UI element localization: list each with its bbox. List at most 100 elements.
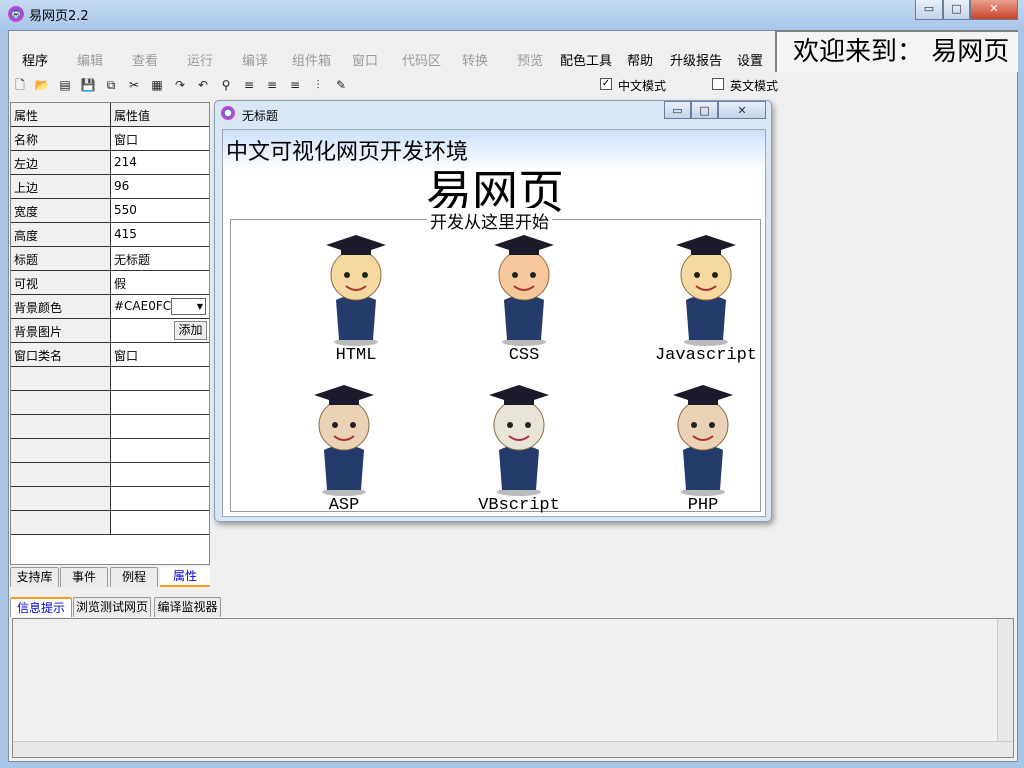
menu-item-6[interactable]: 窗口 [352, 50, 378, 69]
output-panel[interactable] [12, 618, 1014, 758]
color-picker-dropdown[interactable]: ▼ [171, 298, 206, 315]
property-value[interactable]: 550 [111, 199, 209, 222]
property-value[interactable] [111, 415, 209, 438]
property-row[interactable] [11, 487, 209, 511]
menu-item-4[interactable]: 编译 [242, 50, 268, 69]
save-icon[interactable]: 💾 [80, 77, 96, 93]
menu-item-2[interactable]: 查看 [132, 50, 158, 69]
property-row[interactable]: 可视假 [11, 271, 209, 295]
property-row[interactable]: 高度 415 [11, 223, 209, 247]
property-value[interactable] [111, 367, 209, 390]
property-value[interactable] [111, 511, 209, 534]
form-minimize-button[interactable]: ▭ [664, 101, 691, 119]
align-right-icon[interactable]: ≡ [287, 77, 303, 93]
left-tab-1[interactable]: 事件 [60, 567, 108, 587]
property-row[interactable]: 宽度 550 [11, 199, 209, 223]
property-value[interactable] [111, 439, 209, 462]
add-image-button[interactable]: 添加 [174, 321, 207, 340]
figure-label[interactable]: CSS [434, 346, 614, 365]
vertical-scrollbar[interactable] [997, 619, 1013, 741]
align-left-icon[interactable]: ≡ [241, 77, 257, 93]
maximize-button[interactable]: □ [943, 0, 970, 20]
menu-item-11[interactable]: 帮助 [627, 50, 653, 69]
copy-icon[interactable]: ⧉ [103, 77, 119, 93]
chinese-mode-checkbox[interactable]: ✓ [600, 78, 612, 90]
table-icon[interactable]: ▦ [149, 77, 165, 93]
property-row[interactable] [11, 391, 209, 415]
english-mode-label: 英文模式 [730, 79, 779, 93]
property-row[interactable]: 窗口类名 窗口 [11, 343, 209, 367]
figure-label[interactable]: ASP [254, 496, 434, 515]
menu-item-12[interactable]: 升级报告 [670, 50, 722, 69]
graduate-mascot-icon [494, 235, 554, 346]
property-name [11, 511, 111, 534]
figure-css: CSS [434, 230, 614, 365]
property-name: 宽度 [11, 199, 111, 222]
left-tab-2[interactable]: 例程 [110, 567, 158, 587]
form-close-button[interactable]: ✕ [718, 101, 766, 119]
property-row[interactable]: 背景颜色 #CAE0FC ▼ [11, 295, 209, 319]
property-row[interactable] [11, 439, 209, 463]
english-mode-checkbox[interactable] [712, 78, 724, 90]
figure-label[interactable]: PHP [613, 496, 793, 515]
new-file-icon[interactable]: 🗋 [12, 77, 28, 93]
figure-label[interactable]: HTML [266, 346, 446, 365]
open-folder-icon[interactable]: 📂 [34, 77, 50, 93]
property-row[interactable] [11, 367, 209, 391]
property-grid: 属性 属性值 名称 窗口 左边 214 上边 96 宽度 550 高度 415 标题 无标题 可视假背景… [10, 102, 210, 565]
menu-item-9[interactable]: 预览 [517, 50, 543, 69]
edit-icon[interactable]: ✎ [333, 77, 349, 93]
form-window[interactable]: 无标题 ▭ □ ✕ 中文可视化网页开发环境 易网页 开发从这里开始 HTML CS… [214, 100, 772, 522]
property-value[interactable]: 窗口 [111, 343, 209, 366]
properties-icon[interactable]: ▤ [57, 77, 73, 93]
menu-item-1[interactable]: 编辑 [77, 50, 103, 69]
form-maximize-button[interactable]: □ [691, 101, 718, 119]
property-value[interactable]: 214 [111, 151, 209, 174]
left-tab-3[interactable]: 属性 [160, 567, 210, 587]
property-value[interactable]: 无标题 [111, 247, 209, 270]
figure-label[interactable]: Javascript [616, 346, 796, 365]
horizontal-scrollbar[interactable] [13, 741, 1013, 757]
property-row[interactable] [11, 463, 209, 487]
bottom-tab-0[interactable]: 信息提示 [10, 597, 72, 617]
graduate-mascot-icon [489, 385, 549, 496]
property-value[interactable] [111, 487, 209, 510]
property-value[interactable] [111, 463, 209, 486]
left-tab-0[interactable]: 支持库 [10, 567, 59, 587]
property-value[interactable]: 假 [111, 271, 209, 294]
graduate-mascot-icon [673, 385, 733, 496]
property-row[interactable]: 名称 窗口 [11, 127, 209, 151]
graduate-mascot-icon [314, 385, 374, 496]
menu-item-7[interactable]: 代码区 [402, 50, 441, 69]
property-value[interactable] [111, 391, 209, 414]
menu-item-8[interactable]: 转换 [462, 50, 488, 69]
graduate-mascot-icon [326, 235, 386, 346]
bottom-tab-2[interactable]: 编译监视器 [154, 597, 221, 617]
redo-icon[interactable]: ↷ [172, 77, 188, 93]
property-value[interactable]: 窗口 [111, 127, 209, 150]
property-value[interactable]: 96 [111, 175, 209, 198]
bottom-tab-1[interactable]: 浏览测试网页 [73, 597, 151, 617]
menu-item-0[interactable]: 程序 [22, 50, 48, 69]
property-row[interactable]: 上边 96 [11, 175, 209, 199]
menu-item-5[interactable]: 组件箱 [292, 50, 331, 69]
menu-item-10[interactable]: 配色工具 [560, 50, 612, 69]
find-icon[interactable]: ⚲ [218, 77, 234, 93]
figure-label[interactable]: VBscript [429, 496, 609, 515]
property-name [11, 439, 111, 462]
property-name: 可视 [11, 271, 111, 294]
close-button[interactable]: ✕ [970, 0, 1018, 20]
menu-item-13[interactable]: 设置 [737, 50, 763, 69]
property-value[interactable]: 415 [111, 223, 209, 246]
property-row[interactable]: 背景图片 添加 [11, 319, 209, 343]
undo-icon[interactable]: ↶ [195, 77, 211, 93]
property-row[interactable]: 标题 无标题 [11, 247, 209, 271]
distribute-icon[interactable]: ⫶ [310, 77, 326, 93]
property-row[interactable] [11, 511, 209, 535]
align-center-icon[interactable]: ≡ [264, 77, 280, 93]
property-row[interactable] [11, 415, 209, 439]
cut-icon[interactable]: ✂ [126, 77, 142, 93]
minimize-button[interactable]: ▭ [915, 0, 943, 20]
property-row[interactable]: 左边 214 [11, 151, 209, 175]
menu-item-3[interactable]: 运行 [187, 50, 213, 69]
